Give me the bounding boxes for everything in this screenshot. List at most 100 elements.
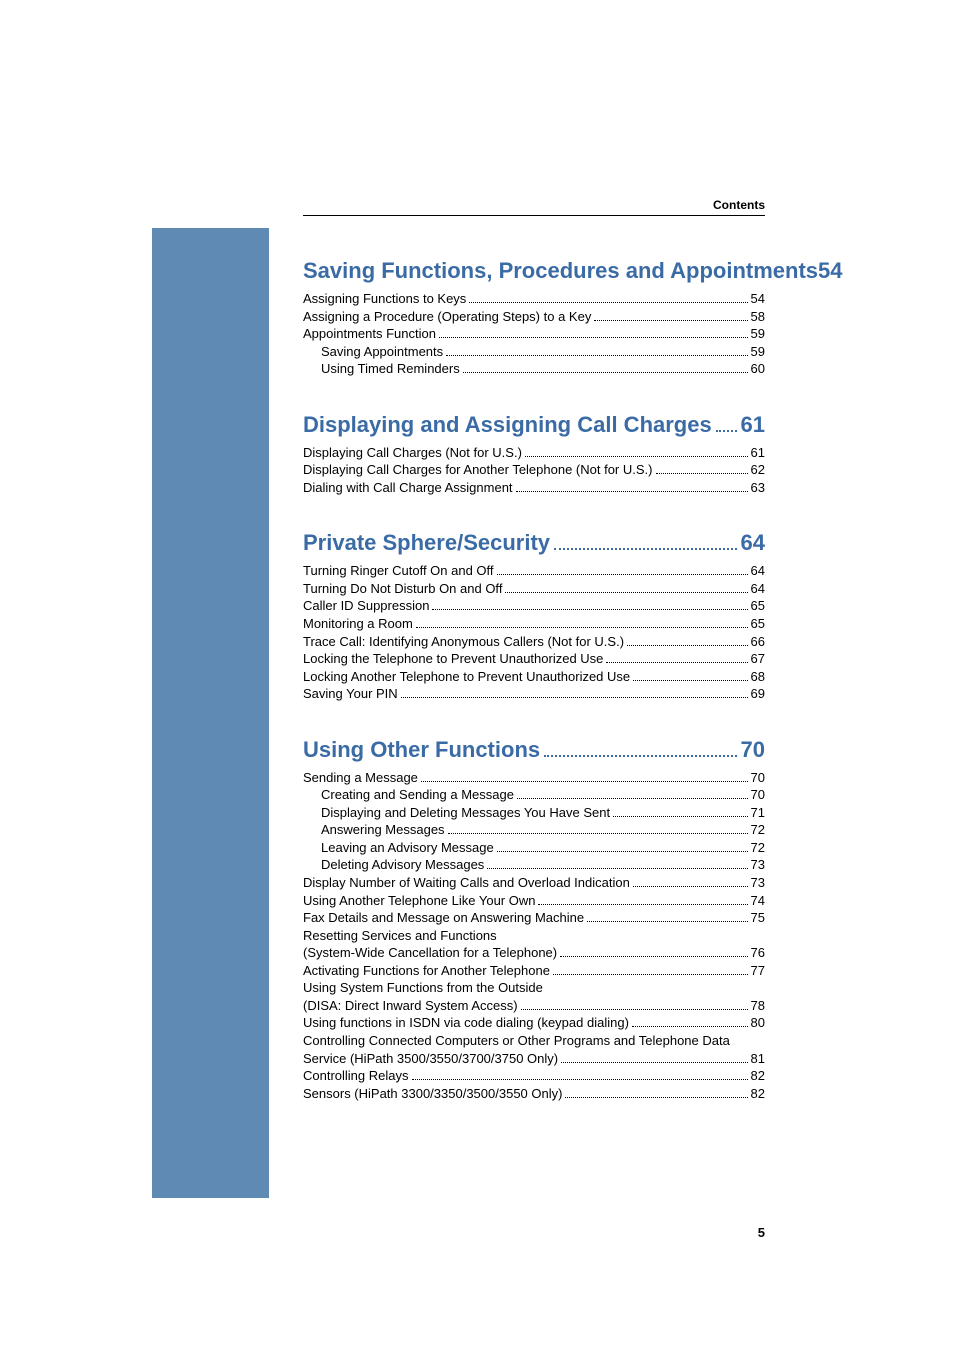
- toc-entry-text[interactable]: Locking the Telephone to Prevent Unautho…: [303, 650, 603, 668]
- leader-dots: [487, 868, 747, 869]
- toc-entry-page[interactable]: 80: [751, 1014, 765, 1032]
- leader-dots: [633, 886, 748, 887]
- toc-entry-page[interactable]: 60: [751, 360, 765, 378]
- toc-entry-page[interactable]: 72: [751, 821, 765, 839]
- toc-entry-page[interactable]: 54: [751, 290, 765, 308]
- toc-section-page[interactable]: 64: [741, 530, 765, 556]
- toc-section-title[interactable]: Saving Functions, Procedures and Appoint…: [303, 258, 818, 284]
- toc-entry-page[interactable]: 73: [751, 856, 765, 874]
- toc-entry-text[interactable]: Displaying and Deleting Messages You Hav…: [321, 804, 610, 822]
- toc-entry-page[interactable]: 82: [751, 1085, 765, 1103]
- leader-dots: [538, 904, 747, 905]
- leader-dots: [594, 320, 747, 321]
- toc-entry-text[interactable]: Dialing with Call Charge Assignment: [303, 479, 513, 497]
- toc-entry-page[interactable]: 58: [751, 308, 765, 326]
- toc-entry-page[interactable]: 70: [751, 769, 765, 787]
- toc-entry: Monitoring a Room 65: [303, 615, 765, 633]
- toc-entry-page[interactable]: 70: [751, 786, 765, 804]
- toc-entry-text[interactable]: Using System Functions from the Outside: [303, 979, 543, 997]
- toc-entry-text[interactable]: Using Timed Reminders: [321, 360, 460, 378]
- toc-entry-text[interactable]: Creating and Sending a Message: [321, 786, 514, 804]
- page: Contents Saving Functions, Procedures an…: [0, 0, 954, 1351]
- toc-entry-text[interactable]: (DISA: Direct Inward System Access): [303, 997, 518, 1015]
- toc-entry-page[interactable]: 66: [751, 633, 765, 651]
- toc-entry-text[interactable]: Sending a Message: [303, 769, 418, 787]
- toc-entry-text[interactable]: Trace Call: Identifying Anonymous Caller…: [303, 633, 624, 651]
- toc-entry-text[interactable]: Displaying Call Charges for Another Tele…: [303, 461, 653, 479]
- toc-entry: (DISA: Direct Inward System Access) 78: [303, 997, 765, 1015]
- toc-entry-page[interactable]: 59: [751, 325, 765, 343]
- toc-entry-page[interactable]: 78: [751, 997, 765, 1015]
- toc-entry-text[interactable]: Deleting Advisory Messages: [321, 856, 484, 874]
- toc-entry-text[interactable]: Controlling Relays: [303, 1067, 409, 1085]
- toc-entry-page[interactable]: 65: [751, 615, 765, 633]
- leader-dots: [516, 491, 748, 492]
- toc-entry-page[interactable]: 74: [751, 892, 765, 910]
- toc-entry-text[interactable]: Using functions in ISDN via code dialing…: [303, 1014, 629, 1032]
- toc-section-title[interactable]: Using Other Functions: [303, 737, 540, 763]
- toc-entry-text[interactable]: Fax Details and Message on Answering Mac…: [303, 909, 584, 927]
- toc-entry-text[interactable]: Saving Appointments: [321, 343, 443, 361]
- toc-entry: Using functions in ISDN via code dialing…: [303, 1014, 765, 1032]
- toc-entry-page[interactable]: 59: [751, 343, 765, 361]
- toc-entry-page[interactable]: 64: [751, 562, 765, 580]
- toc-entry-text[interactable]: Leaving an Advisory Message: [321, 839, 494, 857]
- toc-entry: Display Number of Waiting Calls and Over…: [303, 874, 765, 892]
- toc-section-title[interactable]: Private Sphere/Security: [303, 530, 550, 556]
- toc-entry-text[interactable]: Activating Functions for Another Telepho…: [303, 962, 550, 980]
- toc-entry-text[interactable]: (System-Wide Cancellation for a Telephon…: [303, 944, 557, 962]
- toc-entry-text[interactable]: Saving Your PIN: [303, 685, 398, 703]
- toc-entry-page[interactable]: 75: [751, 909, 765, 927]
- toc-entry-page[interactable]: 64: [751, 580, 765, 598]
- toc-entry-page[interactable]: 73: [751, 874, 765, 892]
- toc-entry-page[interactable]: 71: [751, 804, 765, 822]
- toc-entry: Deleting Advisory Messages 73: [303, 856, 765, 874]
- toc-entry-text[interactable]: Resetting Services and Functions: [303, 927, 497, 945]
- toc-entry-page[interactable]: 62: [751, 461, 765, 479]
- toc-section-title-row: Saving Functions, Procedures and Appoint…: [303, 258, 765, 284]
- toc-section-page[interactable]: 70: [741, 737, 765, 763]
- toc-entry: Creating and Sending a Message 70: [303, 786, 765, 804]
- leader-dots: [439, 337, 748, 338]
- toc-entry-page[interactable]: 63: [751, 479, 765, 497]
- leader-dots: [716, 430, 737, 432]
- toc-entry-text[interactable]: Service (HiPath 3500/3550/3700/3750 Only…: [303, 1050, 558, 1068]
- toc-entry-page[interactable]: 72: [751, 839, 765, 857]
- toc-entry: Sending a Message 70: [303, 769, 765, 787]
- toc-entry-text[interactable]: Display Number of Waiting Calls and Over…: [303, 874, 630, 892]
- toc-entry-text[interactable]: Turning Ringer Cutoff On and Off: [303, 562, 494, 580]
- toc-entry-page[interactable]: 82: [751, 1067, 765, 1085]
- toc-entry-page[interactable]: 69: [751, 685, 765, 703]
- leader-dots: [446, 355, 747, 356]
- toc-section-page[interactable]: 54: [818, 258, 842, 284]
- toc-entry-text[interactable]: Appointments Function: [303, 325, 436, 343]
- toc-entry-page[interactable]: 81: [751, 1050, 765, 1068]
- toc-entry: Appointments Function 59: [303, 325, 765, 343]
- toc-entry-page[interactable]: 61: [751, 444, 765, 462]
- toc-entry-text[interactable]: Controlling Connected Computers or Other…: [303, 1032, 730, 1050]
- toc-entry-page[interactable]: 77: [751, 962, 765, 980]
- leader-dots: [544, 755, 736, 757]
- toc-entry: Assigning Functions to Keys 54: [303, 290, 765, 308]
- toc-entry-page[interactable]: 67: [751, 650, 765, 668]
- toc-entry-text[interactable]: Monitoring a Room: [303, 615, 413, 633]
- toc-entry-page[interactable]: 65: [751, 597, 765, 615]
- toc-section-page[interactable]: 61: [741, 412, 765, 438]
- toc-entry-text[interactable]: Locking Another Telephone to Prevent Una…: [303, 668, 630, 686]
- toc-entry-text[interactable]: Using Another Telephone Like Your Own: [303, 892, 535, 910]
- leader-dots: [521, 1009, 748, 1010]
- toc-section-title[interactable]: Displaying and Assigning Call Charges: [303, 412, 712, 438]
- toc-entry-text[interactable]: Displaying Call Charges (Not for U.S.): [303, 444, 522, 462]
- toc-entry-page[interactable]: 76: [751, 944, 765, 962]
- toc-entry-page[interactable]: 68: [751, 668, 765, 686]
- toc-entry-text[interactable]: Assigning a Procedure (Operating Steps) …: [303, 308, 591, 326]
- toc-entry-text[interactable]: Caller ID Suppression: [303, 597, 429, 615]
- toc-entry-text[interactable]: Turning Do Not Disturb On and Off: [303, 580, 502, 598]
- toc-entry-text[interactable]: Sensors (HiPath 3300/3350/3500/3550 Only…: [303, 1085, 562, 1103]
- toc-entry-text[interactable]: Answering Messages: [321, 821, 445, 839]
- toc-entry: Answering Messages 72: [303, 821, 765, 839]
- toc-entry: Assigning a Procedure (Operating Steps) …: [303, 308, 765, 326]
- leader-dots: [517, 798, 748, 799]
- header-rule: [303, 215, 765, 216]
- toc-entry-text[interactable]: Assigning Functions to Keys: [303, 290, 466, 308]
